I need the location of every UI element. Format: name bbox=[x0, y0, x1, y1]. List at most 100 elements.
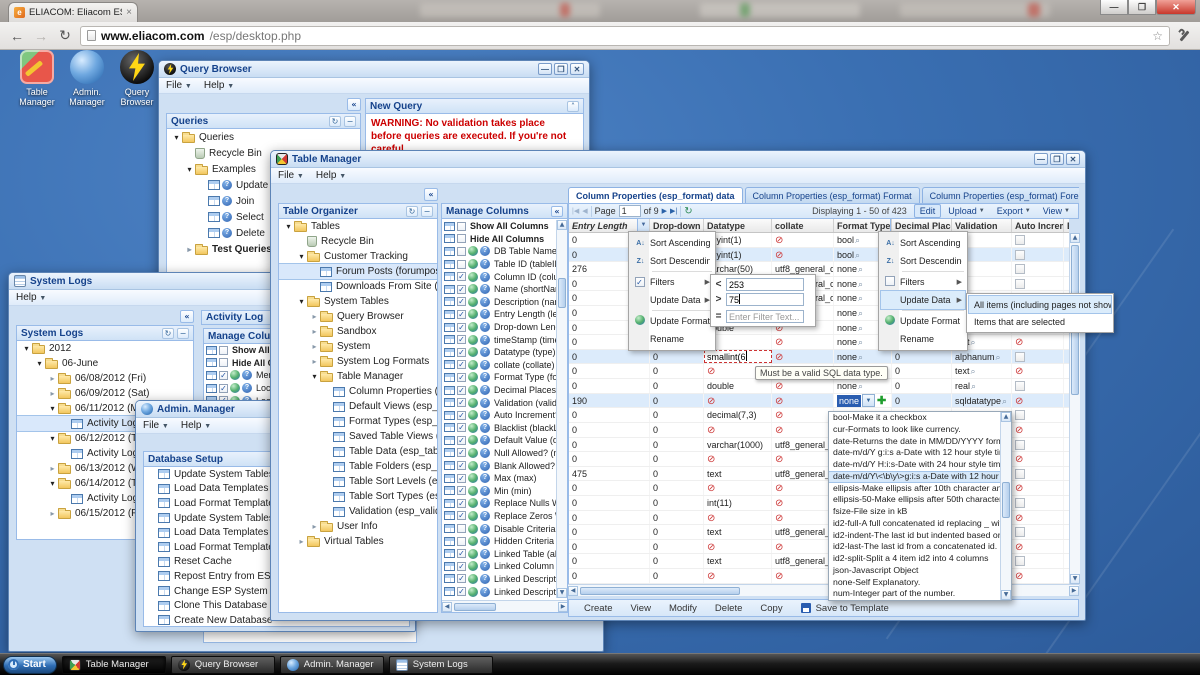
help-menu[interactable]: Help ▼ bbox=[181, 420, 211, 431]
export-button[interactable]: Export▼ bbox=[992, 204, 1036, 218]
page-input[interactable]: 1 bbox=[619, 205, 641, 217]
column-toggle-item[interactable]: ✓?Replace Nulls With (r bbox=[442, 497, 556, 510]
view-button[interactable]: View bbox=[624, 603, 658, 614]
column-toggle-item[interactable]: ✓?Linked Table (allowe bbox=[442, 547, 556, 560]
close-button[interactable]: ✕ bbox=[570, 63, 584, 75]
tree-item[interactable]: Format Types (esp_formattype) bbox=[279, 414, 437, 429]
tree-item[interactable]: Forum Posts (forumposts) bbox=[279, 264, 437, 279]
column-toggle-item[interactable]: ✓?Format Type (format bbox=[442, 371, 556, 384]
format-option[interactable]: date-m/d/Y H:i:s-Date with 24 hour style… bbox=[829, 459, 1002, 471]
minimize-button[interactable]: — bbox=[1034, 153, 1048, 165]
tree-item[interactable]: Table Folders (esp_tablesortdata) bbox=[279, 459, 437, 474]
column-toggle-item[interactable]: ?Table ID (tableID) bbox=[442, 258, 556, 271]
tree-item[interactable]: Saved Table Views (esp_savedvie bbox=[279, 429, 437, 444]
column-toggle-item[interactable]: ✓?Max (max) bbox=[442, 472, 556, 485]
tree-item[interactable]: Table Data (esp_tabledata) bbox=[279, 444, 437, 459]
collapse-panel-button[interactable]: « bbox=[180, 310, 194, 323]
tree-item[interactable]: Column Properties (esp_format) bbox=[279, 384, 437, 399]
grid-column-header[interactable]: E bbox=[1064, 219, 1069, 232]
menu-item-update-format[interactable]: Update Format bbox=[881, 312, 965, 330]
format-option[interactable]: date-m/d/Y g:i:s a-Date with 12 hour sty… bbox=[829, 447, 1002, 459]
menu-item-sort-descending[interactable]: Z↓Sort Descending bbox=[881, 252, 965, 270]
browser-close-button[interactable]: ✕ bbox=[1156, 0, 1196, 15]
checkbox[interactable] bbox=[1015, 235, 1025, 245]
tree-item[interactable]: ▾2012 bbox=[17, 341, 193, 356]
tree-item[interactable]: ▸Sandbox bbox=[279, 324, 437, 339]
start-button[interactable]: Start bbox=[3, 656, 57, 674]
refresh-panel-button[interactable]: ↻ bbox=[406, 206, 418, 217]
table-manager-titlebar[interactable]: Table Manager —❐✕ bbox=[271, 151, 1085, 168]
column-toggle-item[interactable]: Hide All Columns bbox=[442, 233, 556, 246]
checkbox[interactable] bbox=[1015, 527, 1025, 537]
tree-item[interactable]: Table Sort Types (esp_tablesorttyp bbox=[279, 489, 437, 504]
view-button[interactable]: View▼ bbox=[1038, 204, 1075, 218]
tree-item[interactable]: ▾Queries bbox=[167, 129, 360, 145]
grid-row[interactable]: 1900⊘⊘none▼✚0sqldatatype⌕⊘ bbox=[569, 394, 1069, 409]
maximize-button[interactable]: ❐ bbox=[1050, 153, 1064, 165]
menu-item-update-format[interactable]: Update Format bbox=[631, 312, 713, 330]
column-toggle-item[interactable]: ✓?Decimal Places (num bbox=[442, 384, 556, 397]
file-menu[interactable]: File ▼ bbox=[166, 80, 192, 91]
tree-item[interactable]: ▸User Info bbox=[279, 519, 437, 534]
refresh-panel-button[interactable]: ↻ bbox=[329, 116, 341, 127]
submenu-item[interactable]: Items that are selected bbox=[969, 313, 1111, 330]
column-toggle-item[interactable]: ✓?Min (min) bbox=[442, 484, 556, 497]
menu-item-update-data[interactable]: Update Data▶ bbox=[631, 291, 713, 309]
tree-item[interactable]: ▾Tables bbox=[279, 219, 437, 234]
checkbox[interactable] bbox=[1015, 264, 1025, 274]
column-toggle-item[interactable]: ✓?Blacklist (blackList) bbox=[442, 422, 556, 435]
checkbox[interactable] bbox=[1015, 352, 1025, 362]
format-option[interactable]: id2-indent-The last id but indented base… bbox=[829, 530, 1002, 542]
column-toggle-item[interactable]: Show All Columns bbox=[442, 220, 556, 233]
browser-maximize-button[interactable]: ❐ bbox=[1128, 0, 1156, 15]
column-toggle-item[interactable]: ✓?timeStamp (timeStam bbox=[442, 333, 556, 346]
checkbox[interactable] bbox=[1015, 498, 1025, 508]
format-option[interactable]: id2-split-Split a 4 item id2 into 4 colu… bbox=[829, 553, 1002, 565]
format-option[interactable]: cur-Formats to look like currency. bbox=[829, 424, 1002, 436]
tree-item[interactable]: ▸System Log Formats bbox=[279, 354, 437, 369]
column-toggle-item[interactable]: ?DB Table Name (table bbox=[442, 245, 556, 258]
grid-column-header[interactable]: Auto Increment? bbox=[1012, 219, 1064, 232]
manage-columns-hscrollbar[interactable]: ◀ ▶ bbox=[442, 600, 568, 612]
filter-gt-input[interactable]: 75 bbox=[726, 293, 804, 306]
format-option[interactable]: json-Javascript Object bbox=[829, 565, 1002, 577]
grid-vscrollbar[interactable]: ▲ ▼ bbox=[1069, 233, 1080, 584]
menu-item-rename[interactable]: Rename bbox=[631, 330, 713, 348]
checkbox[interactable] bbox=[1015, 469, 1025, 479]
tab-close-icon[interactable]: × bbox=[126, 7, 132, 18]
checkbox[interactable] bbox=[1015, 279, 1025, 289]
minimize-panel-button[interactable]: − bbox=[344, 116, 356, 127]
format-option[interactable]: fsize-File size in kB bbox=[829, 506, 1002, 518]
collapse-panel-button[interactable]: « bbox=[424, 188, 438, 201]
browser-tab[interactable]: e ELIACOM: Eliacom ESP × bbox=[8, 2, 138, 22]
tree-item[interactable]: ▾Customer Tracking bbox=[279, 249, 437, 264]
taskbar-button-query-browser[interactable]: Query Browser bbox=[171, 656, 275, 674]
submenu-item[interactable]: All items (including pages not shown) bbox=[969, 296, 1111, 313]
last-page-icon[interactable]: ▶| bbox=[670, 207, 677, 215]
tree-item[interactable]: ▸Query Browser bbox=[279, 309, 437, 324]
menu-item-update-data[interactable]: Update Data▶ bbox=[881, 291, 965, 309]
tree-item[interactable]: ▸06/09/2012 (Sat) bbox=[17, 386, 193, 401]
tree-item[interactable]: Default Views (esp_defaultviews) bbox=[279, 399, 437, 414]
refresh-icon[interactable]: ↻ bbox=[684, 206, 692, 217]
refresh-panel-button[interactable]: ↻ bbox=[162, 328, 174, 339]
column-toggle-item[interactable]: ✓?Drop-down Length (d bbox=[442, 321, 556, 334]
checkbox[interactable] bbox=[1015, 556, 1025, 566]
first-page-icon[interactable]: |◀ bbox=[572, 207, 579, 215]
tree-item[interactable]: ▾System Tables bbox=[279, 294, 437, 309]
upload-button[interactable]: Upload▼ bbox=[943, 204, 989, 218]
checkbox[interactable] bbox=[1015, 250, 1025, 260]
format-option[interactable]: id2-last-The last id from a concatenated… bbox=[829, 541, 1002, 553]
minimize-button[interactable]: — bbox=[538, 63, 552, 75]
close-button[interactable]: ✕ bbox=[1066, 153, 1080, 165]
format-option[interactable]: bool-Make it a checkbox bbox=[829, 412, 1002, 424]
edit-button[interactable]: Edit bbox=[914, 204, 942, 218]
settings-wrench-icon[interactable] bbox=[1176, 28, 1192, 44]
help-menu[interactable]: Help ▼ bbox=[316, 170, 346, 181]
column-toggle-item[interactable]: ✓?collate (collate) bbox=[442, 359, 556, 372]
column-toggle-item[interactable]: ✓?Auto Increment? (aut bbox=[442, 409, 556, 422]
column-toggle-item[interactable]: ?Hidden Criteria (hidde bbox=[442, 535, 556, 548]
column-toggle-item[interactable]: ✓?Validation (validation bbox=[442, 396, 556, 409]
tree-item[interactable]: ▸System bbox=[279, 339, 437, 354]
taskbar-button-admin-manager[interactable]: Admin. Manager bbox=[280, 656, 384, 674]
